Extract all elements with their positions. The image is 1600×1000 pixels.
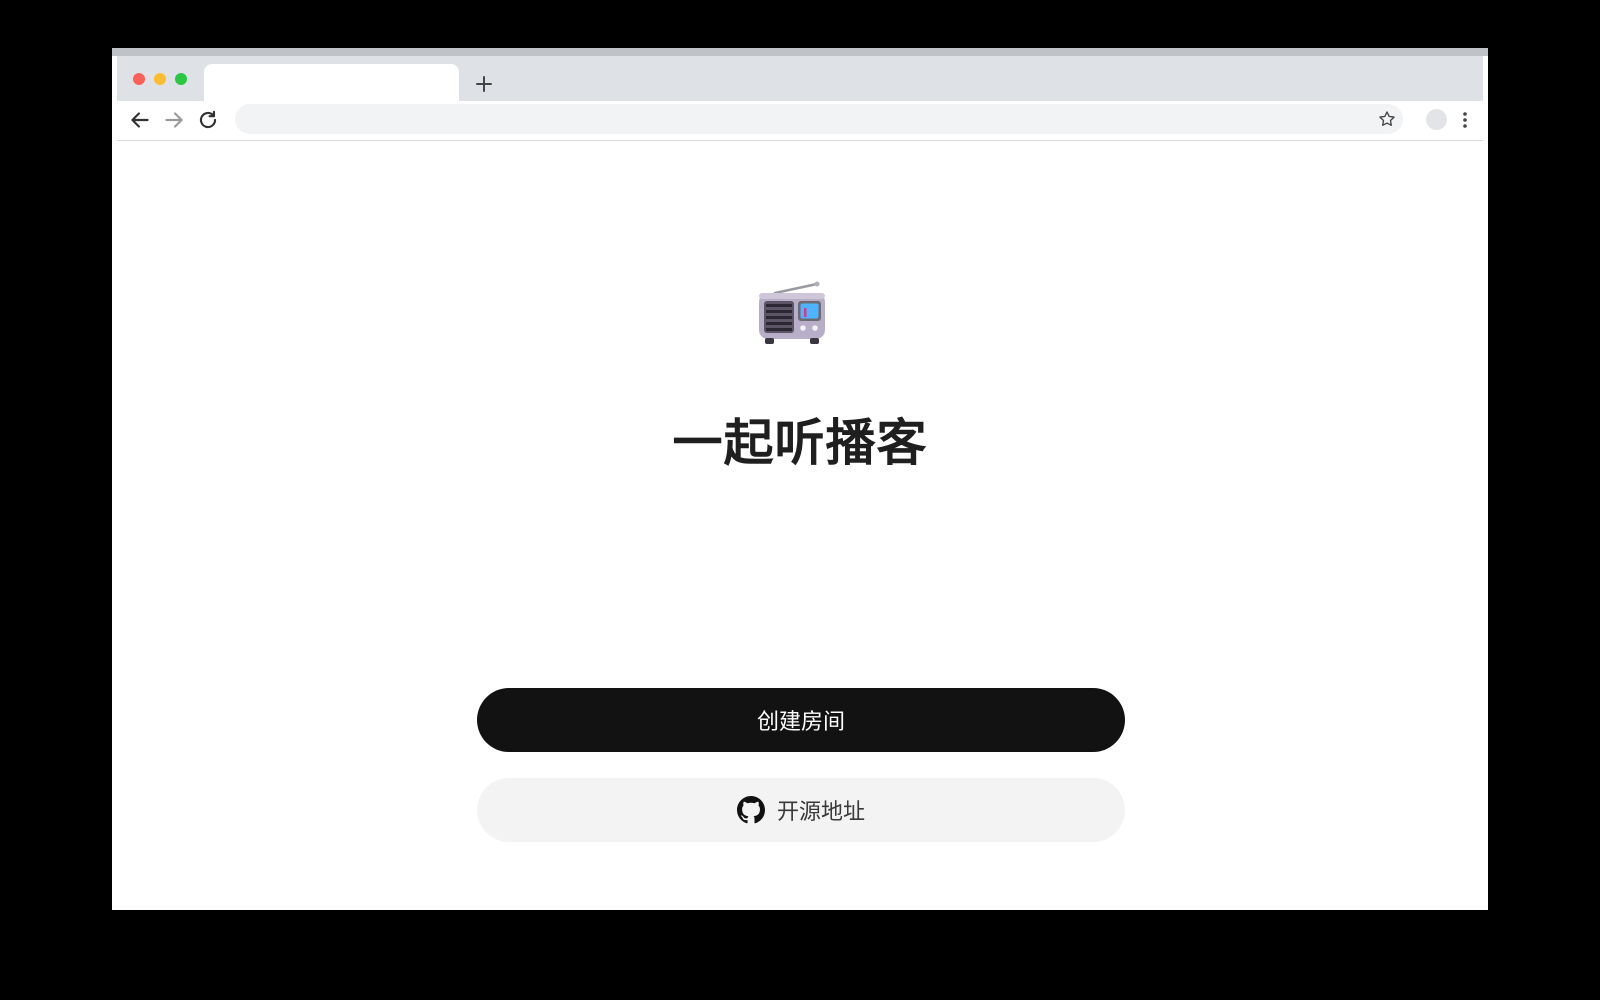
forward-arrow-icon[interactable] bbox=[161, 107, 187, 133]
create-room-button[interactable]: 创建房间 bbox=[477, 688, 1125, 752]
tab-strip bbox=[117, 56, 1483, 101]
open-source-button[interactable]: 开源地址 bbox=[477, 778, 1125, 842]
active-tab[interactable] bbox=[204, 64, 459, 101]
new-tab-plus-icon[interactable] bbox=[472, 72, 496, 96]
page-content: 一起听播客 创建房间 开源地址 bbox=[117, 141, 1483, 910]
create-room-label: 创建房间 bbox=[756, 710, 845, 735]
address-bar[interactable] bbox=[235, 104, 1403, 134]
profile-avatar[interactable] bbox=[1426, 109, 1447, 130]
browser-window: 一起听播客 创建房间 开源地址 bbox=[112, 48, 1488, 910]
star-icon[interactable] bbox=[1377, 109, 1397, 129]
page-title: 一起听播客 bbox=[672, 414, 928, 472]
back-arrow-icon[interactable] bbox=[127, 107, 153, 133]
window-top-border bbox=[112, 48, 1488, 56]
kebab-menu-icon[interactable] bbox=[1455, 109, 1475, 131]
radio-icon bbox=[759, 281, 825, 344]
open-source-label: 开源地址 bbox=[776, 800, 865, 825]
reload-icon[interactable] bbox=[195, 107, 221, 133]
maximize-window-button[interactable] bbox=[175, 73, 187, 85]
minimize-window-button[interactable] bbox=[154, 73, 166, 85]
close-window-button[interactable] bbox=[133, 73, 145, 85]
github-icon bbox=[736, 796, 765, 824]
browser-toolbar bbox=[117, 101, 1483, 141]
